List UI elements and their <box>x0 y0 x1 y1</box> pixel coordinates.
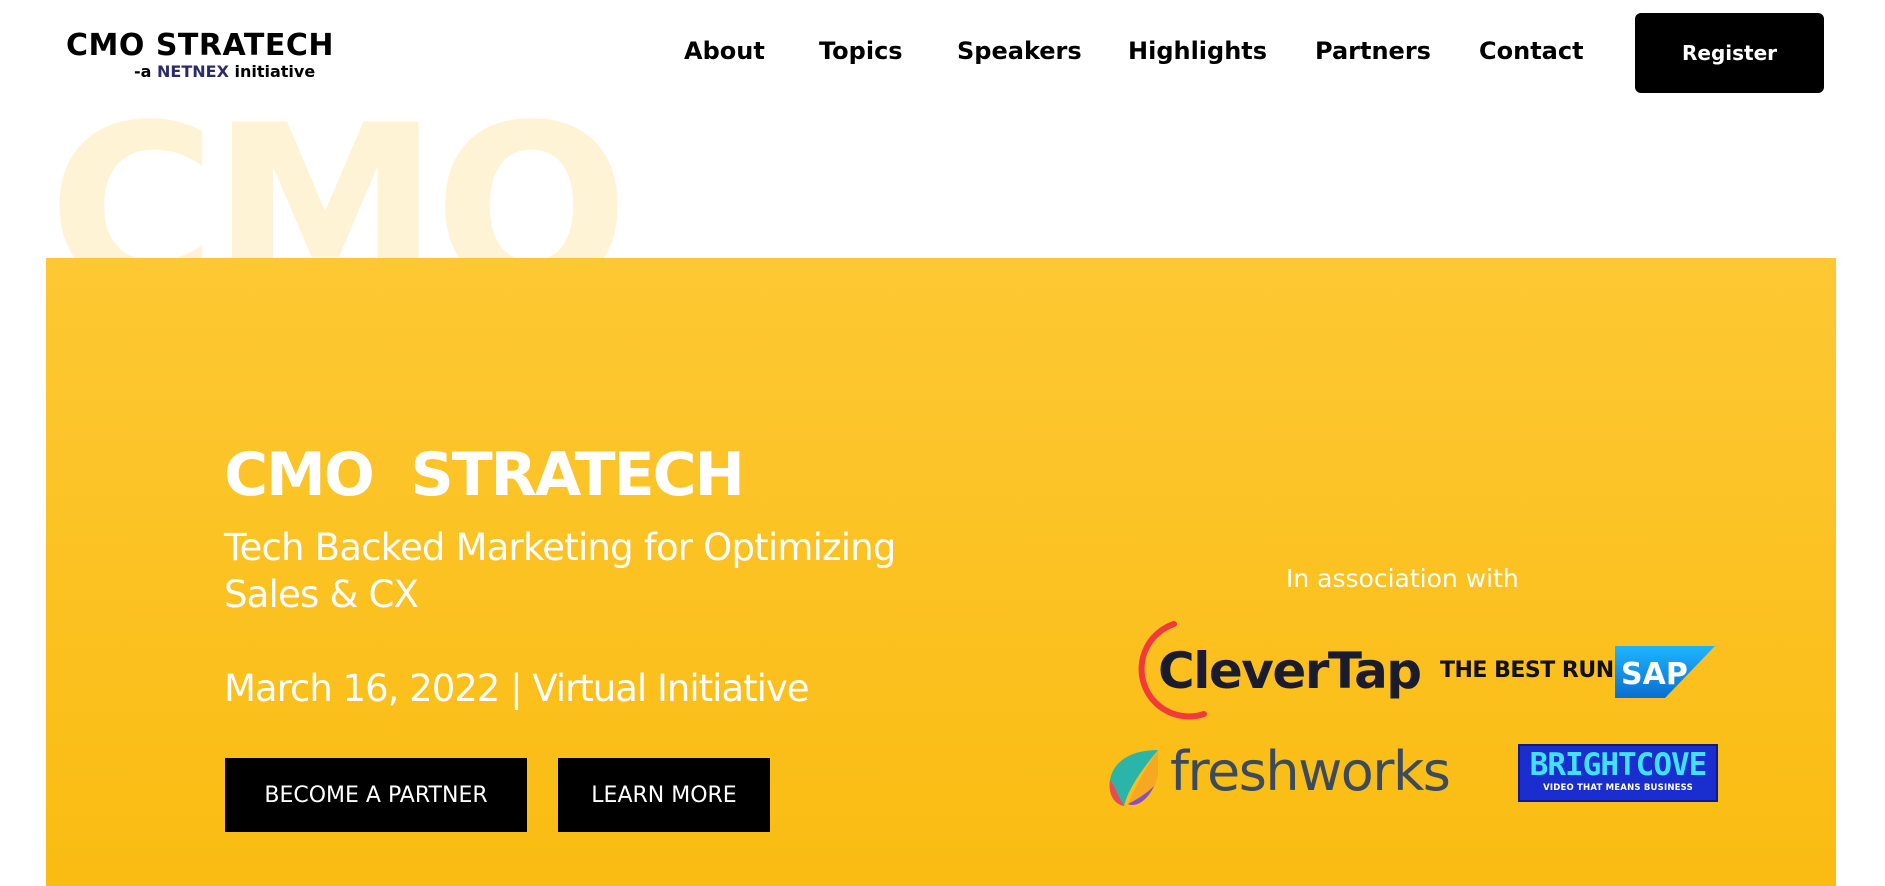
become-partner-button[interactable]: BECOME A PARTNER <box>225 758 527 832</box>
event-date: March 16, 2022 | Virtual Initiative <box>224 667 810 710</box>
freshworks-logo[interactable]: freshworks <box>1106 736 1470 824</box>
sap-badge-icon: SAP <box>1615 646 1715 698</box>
watermark-text: CMO <box>48 96 624 258</box>
site-logo[interactable]: CMO STRATECH -a NETNEX initiative <box>66 30 334 82</box>
logo-netnex: NETNEX <box>157 62 229 81</box>
logo-title: CMO STRATECH <box>66 28 334 63</box>
association-heading: In association with <box>1286 564 1519 593</box>
hero-subtitle: Tech Backed Marketing for Optimizing Sal… <box>224 526 896 616</box>
logo-tagline-prefix: -a <box>134 62 152 81</box>
nav-highlights[interactable]: Highlights <box>1128 36 1267 66</box>
sap-mark: SAP <box>1621 657 1688 692</box>
nav-topics[interactable]: Topics <box>819 36 903 66</box>
nav-partners[interactable]: Partners <box>1315 36 1431 66</box>
freshworks-leaf-icon <box>1109 750 1158 806</box>
freshworks-wordmark: freshworks <box>1170 740 1451 803</box>
nav-contact[interactable]: Contact <box>1479 36 1584 66</box>
brightcove-logo[interactable]: BRIGHTCOVE VIDEO THAT MEANS BUSINESS <box>1518 744 1718 802</box>
nav-speakers[interactable]: Speakers <box>957 36 1082 66</box>
register-button[interactable]: Register <box>1635 13 1824 93</box>
clevertap-wordmark: CleverTap <box>1158 642 1422 700</box>
nav-about[interactable]: About <box>684 36 765 66</box>
brightcove-tagline: VIDEO THAT MEANS BUSINESS <box>1543 783 1693 793</box>
sap-logo[interactable]: THE BEST RUN SAP <box>1440 646 1720 698</box>
logo-tagline-suffix: initiative <box>234 62 316 81</box>
hero-section: CMO STRATECH Tech Backed Marketing for O… <box>46 258 1836 886</box>
logo-tagline: -a NETNEX initiative <box>134 62 334 82</box>
learn-more-button[interactable]: LEARN MORE <box>558 758 770 832</box>
hero-title: CMO STRATECH <box>224 440 745 510</box>
brightcove-wordmark: BRIGHTCOVE <box>1529 747 1708 783</box>
clevertap-logo[interactable]: CleverTap <box>1116 620 1446 724</box>
sap-tagline: THE BEST RUN <box>1440 658 1614 683</box>
site-header: CMO STRATECH -a NETNEX initiative About … <box>0 0 1885 104</box>
